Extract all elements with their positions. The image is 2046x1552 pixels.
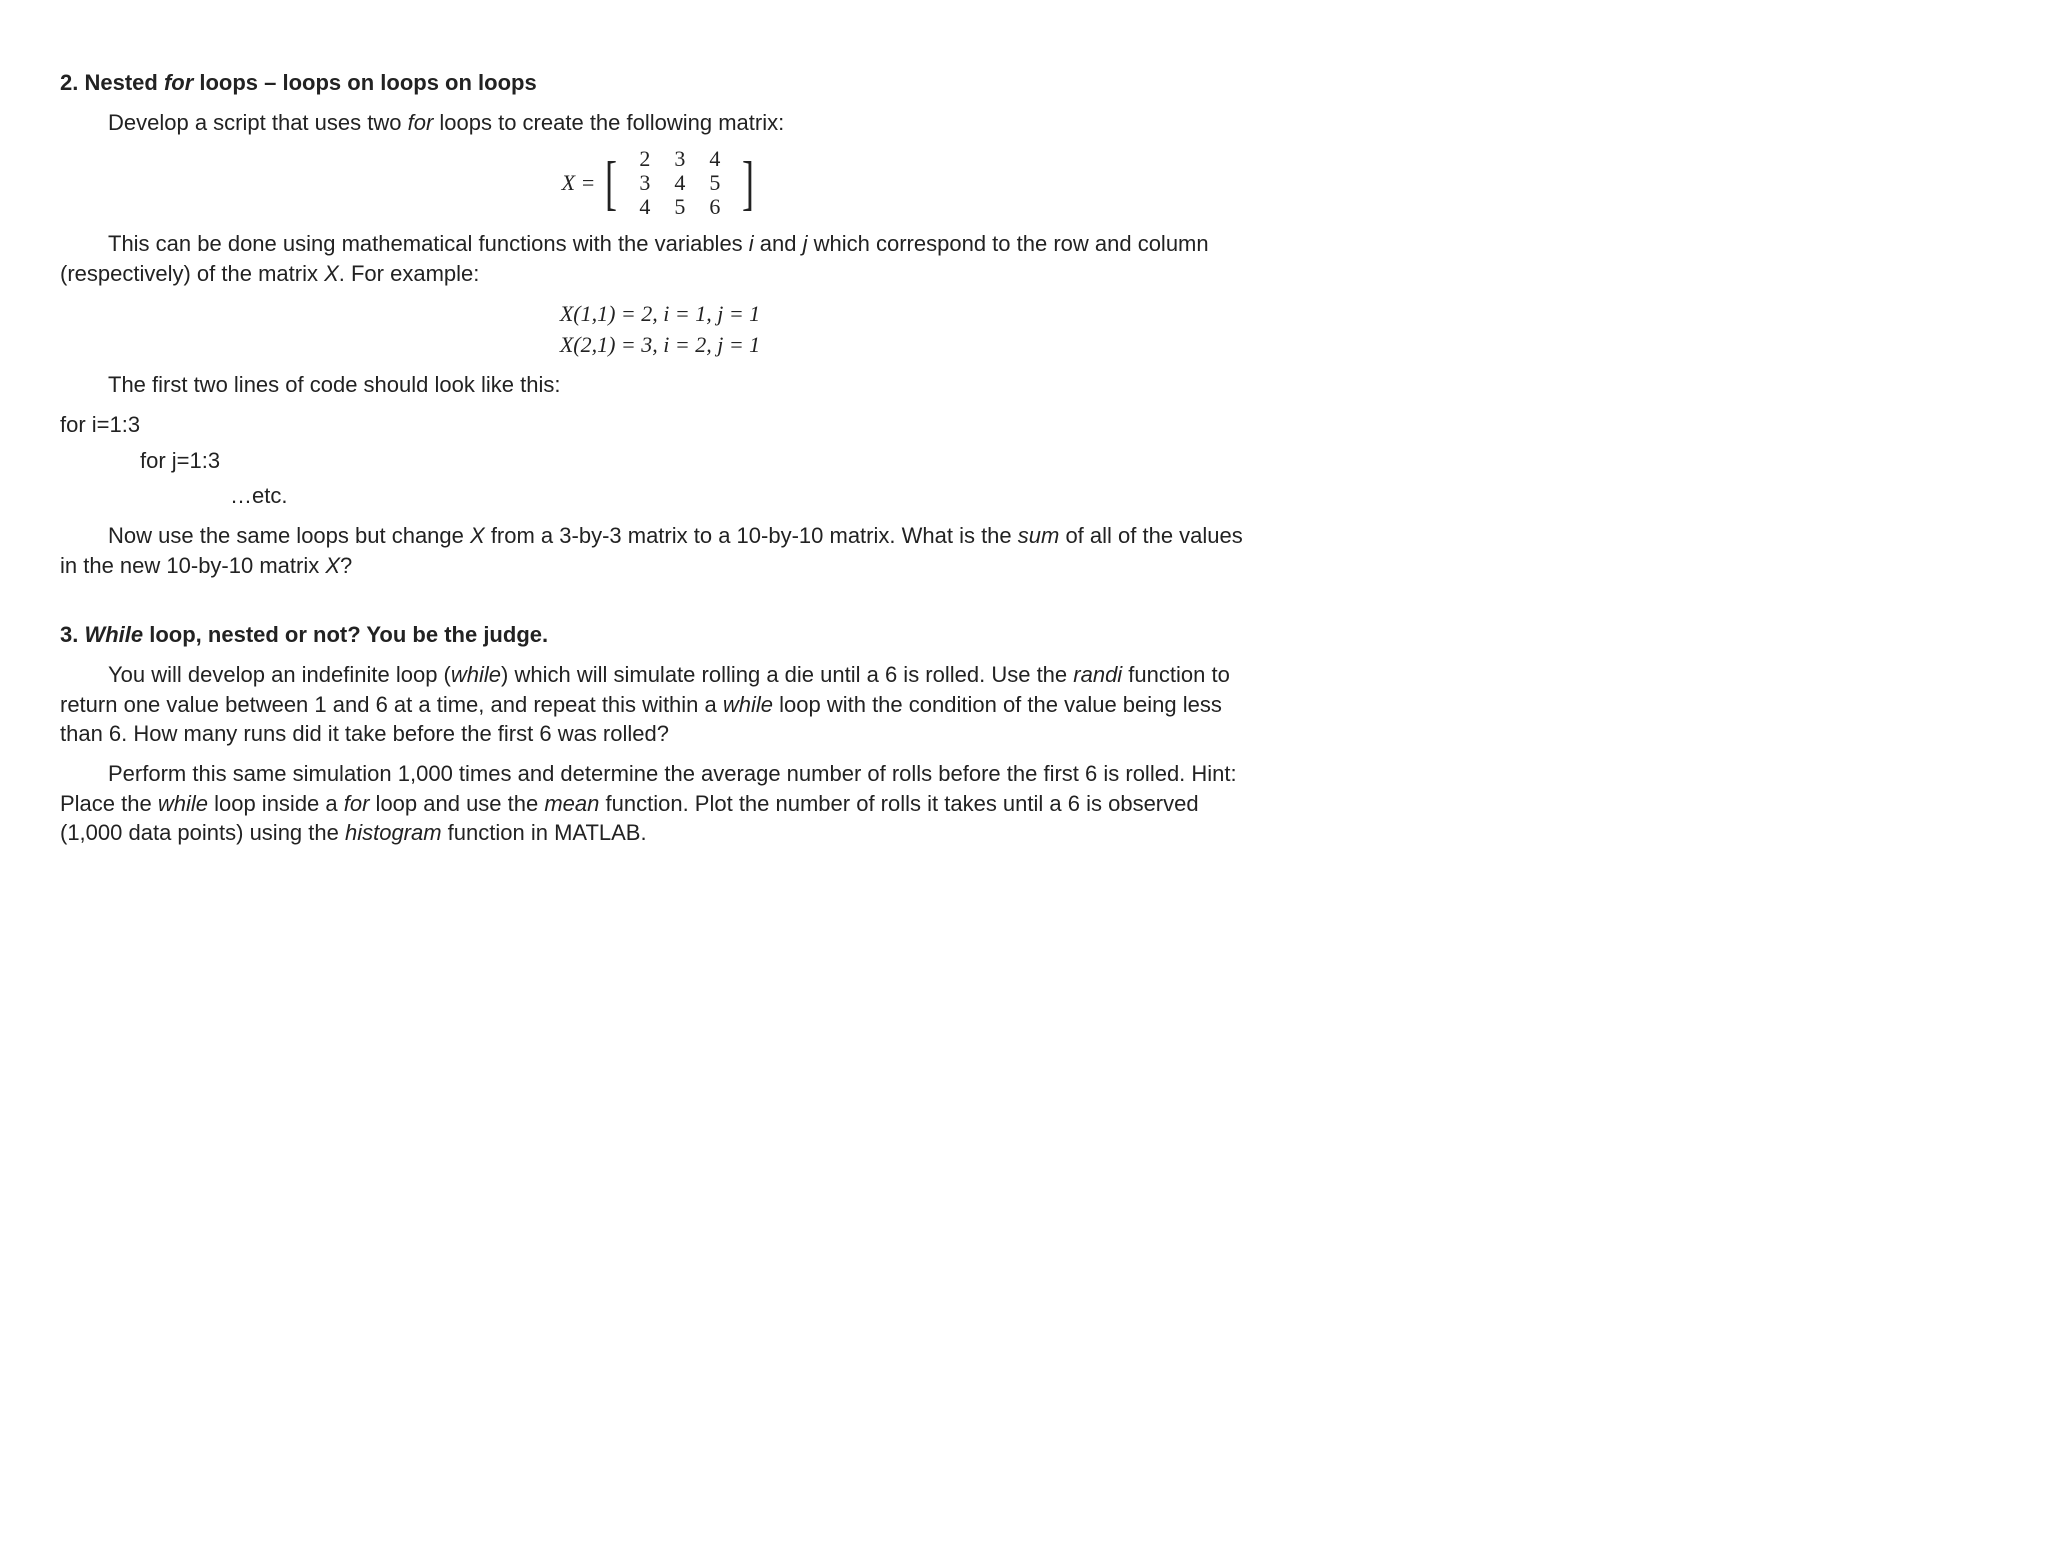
q2-p1-a: Develop a script that uses two <box>108 110 408 135</box>
code-line-3: …etc. <box>230 481 1260 511</box>
q2-p4-d: ? <box>340 553 352 578</box>
q2-p4-sum: sum <box>1018 523 1060 548</box>
q3-p2: Perform this same simulation 1,000 times… <box>60 759 1260 848</box>
code-line-2: for j=1:3 <box>140 446 1260 476</box>
m-1-2: 3 <box>662 147 697 171</box>
m-3-3: 6 <box>697 195 732 219</box>
q2-p4-a: Now use the same loops but change <box>108 523 470 548</box>
m-2-3: 5 <box>697 171 732 195</box>
right-bracket-icon: ] <box>742 155 754 211</box>
q2-p3-text: The first two lines of code should look … <box>108 372 560 397</box>
q2-matrix: X = [ 2 3 4 3 4 5 4 5 6 ] <box>60 147 1260 219</box>
q2-p4: Now use the same loops but change X from… <box>60 521 1260 580</box>
q2-p1-b: loops to create the following matrix: <box>433 110 784 135</box>
left-bracket-icon: [ <box>605 155 617 211</box>
m-3-1: 4 <box>627 195 662 219</box>
m-1-3: 4 <box>697 147 732 171</box>
m-2-2: 4 <box>662 171 697 195</box>
q3-p2-c: loop and use the <box>369 791 544 816</box>
q2-title-prefix: 2. Nested <box>60 70 164 95</box>
q3-p1-b: ) which will simulate rolling a die unti… <box>501 662 1073 687</box>
q2-p3: The first two lines of code should look … <box>60 370 1260 400</box>
q2-p1-for: for <box>408 110 434 135</box>
q2-p4-x: X <box>470 523 485 548</box>
m-2-1: 3 <box>627 171 662 195</box>
eq2-text: X(2,1) = 3, i = 2, j = 1 <box>560 332 760 357</box>
q3-title: 3. While loop, nested or not? You be the… <box>60 620 1260 650</box>
q3-title-suffix: loop, nested or not? You be the judge. <box>143 622 548 647</box>
q2-title: 2. Nested for loops – loops on loops on … <box>60 68 1260 98</box>
q2-title-suffix: loops – loops on loops on loops <box>193 70 536 95</box>
m-3-2: 5 <box>662 195 697 219</box>
q2-p1: Develop a script that uses two for loops… <box>60 108 1260 138</box>
eq1-text: X(1,1) = 2, i = 1, j = 1 <box>560 301 760 326</box>
q3-p2-hist: histogram <box>345 820 442 845</box>
matrix-lhs: X = <box>562 172 596 194</box>
q3-p1-a: You will develop an indefinite loop ( <box>108 662 451 687</box>
q3-title-italic: While <box>84 622 143 647</box>
q2-p2-d: . For example: <box>339 261 480 286</box>
q3-title-prefix: 3. <box>60 622 84 647</box>
q3-p1: You will develop an indefinite loop (whi… <box>60 660 1260 749</box>
m-1-1: 2 <box>627 147 662 171</box>
q3-p1-randi: randi <box>1073 662 1122 687</box>
q2-title-italic: for <box>164 70 193 95</box>
q3-p2-e: function in MATLAB. <box>442 820 647 845</box>
q2-p2-a: This can be done using mathematical func… <box>108 231 749 256</box>
q3-p2-while: while <box>158 791 208 816</box>
q2-eq2: X(2,1) = 3, i = 2, j = 1 <box>60 330 1260 360</box>
code-line-1: for i=1:3 <box>60 410 1260 440</box>
q2-p2-x: X <box>324 261 339 286</box>
q3-p2-b: loop inside a <box>208 791 344 816</box>
q3-p1-while: while <box>451 662 501 687</box>
q2-p4-x2: X <box>325 553 340 578</box>
q3-p2-for: for <box>344 791 370 816</box>
q3-p1-while2: while <box>723 692 773 717</box>
q2-p2-b: and <box>754 231 803 256</box>
q2-eq1: X(1,1) = 2, i = 1, j = 1 <box>60 299 1260 329</box>
q3-p2-mean: mean <box>544 791 599 816</box>
q2-p2: This can be done using mathematical func… <box>60 229 1260 288</box>
q2-p4-b: from a 3-by-3 matrix to a 10-by-10 matri… <box>485 523 1018 548</box>
matrix-table: 2 3 4 3 4 5 4 5 6 <box>627 147 732 219</box>
